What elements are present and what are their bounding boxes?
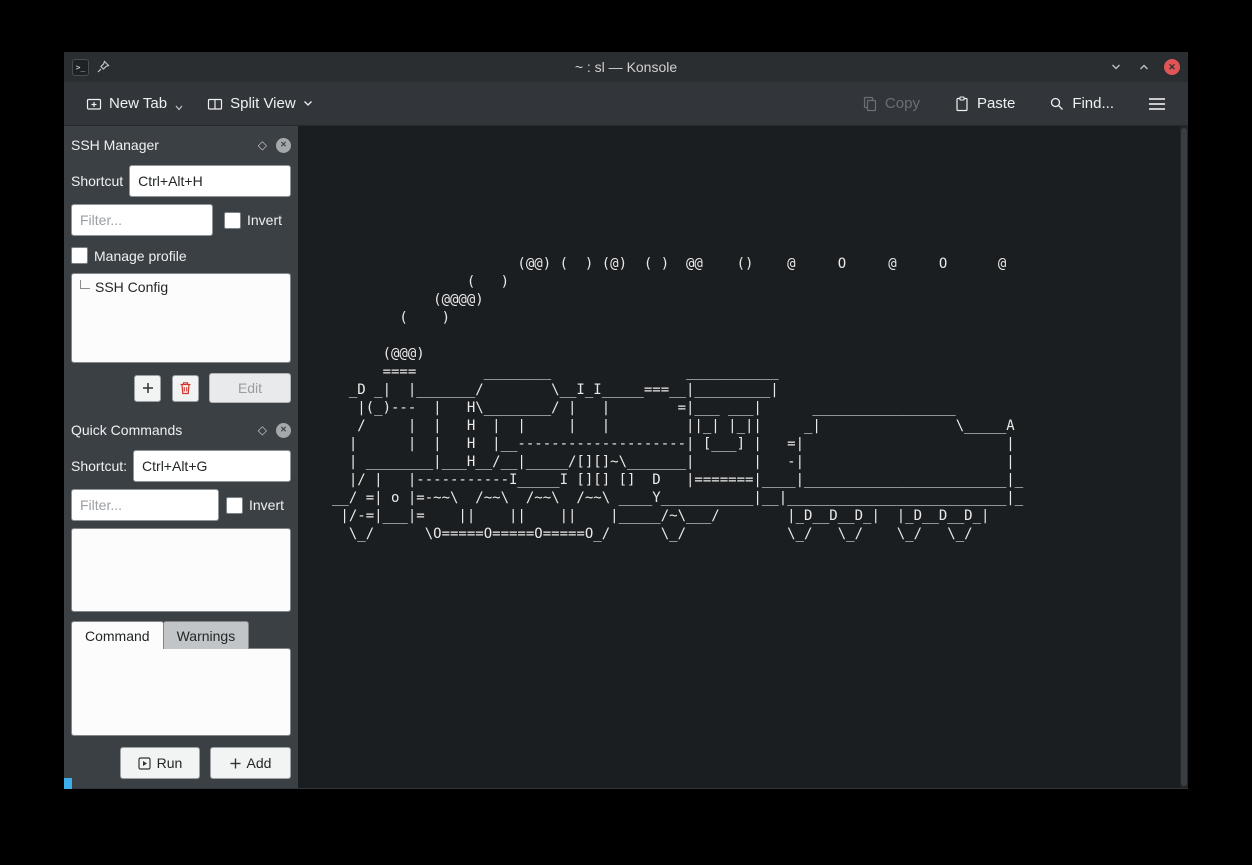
tab-command[interactable]: Command [71,621,164,649]
ssh-invert-label: Invert [247,212,282,228]
quick-commands-panel: Quick Commands ◇ ✕ Shortcut: Invert Comm… [71,417,291,779]
toolbar: New Tab Split View [64,82,1188,126]
ssh-invert-checkbox[interactable] [224,212,241,229]
titlebar[interactable]: >_ ~ : sl — Konsole ✕ [64,52,1188,82]
tab-warnings[interactable]: Warnings [163,621,250,649]
shortcut-label: Shortcut: [71,458,127,474]
quick-commands-list[interactable] [71,528,291,612]
paste-icon [954,96,970,112]
delete-profile-button[interactable] [172,375,199,402]
maximize-icon[interactable] [1136,59,1152,75]
trash-icon [179,381,192,395]
manage-profile-label: Manage profile [94,248,187,264]
new-tab-label: New Tab [109,95,167,112]
pin-icon[interactable] [96,60,110,74]
float-panel-icon[interactable]: ◇ [258,423,267,437]
add-command-button[interactable]: Add [210,747,291,779]
close-panel-icon[interactable]: ✕ [276,138,291,153]
new-tab-dropdown-caret-icon[interactable] [175,105,183,111]
float-panel-icon[interactable]: ◇ [258,138,267,152]
konsole-app-icon: >_ [72,59,89,76]
copy-button: Copy [854,89,928,118]
konsole-window: >_ ~ : sl — Konsole ✕ [64,52,1188,789]
ssh-profile-tree[interactable]: SSH Config [71,273,291,363]
window-resize-accent[interactable] [64,778,72,789]
quick-commands-title: Quick Commands [71,422,258,438]
terminal-view[interactable]: (@@) ( ) (@) ( ) @@ () @ O @ O @ ( ) (@@… [298,126,1188,788]
command-editor[interactable] [71,648,291,736]
minimize-icon[interactable] [1108,59,1124,75]
manage-profile-checkbox[interactable] [71,247,88,264]
run-icon [138,757,151,770]
copy-label: Copy [885,95,920,112]
edit-profile-button: Edit [209,373,291,403]
window-title: ~ : sl — Konsole [64,59,1188,75]
copy-icon [862,96,878,112]
ssh-shortcut-field[interactable] [129,165,291,197]
qc-tab-bar: Command Warnings [71,621,291,649]
tree-item-label: SSH Config [95,279,168,295]
run-label: Run [157,755,183,771]
sl-train-ascii-art: (@@) ( ) (@) ( ) @@ () @ O @ O @ ( ) (@@… [332,255,1023,543]
split-view-chevron-icon [303,100,313,107]
qc-invert-checkbox[interactable] [226,497,243,514]
ssh-manager-panel: SSH Manager ◇ ✕ Shortcut Invert Manage p… [71,132,291,403]
plus-icon [142,382,154,394]
terminal-scrollbar-thumb[interactable] [1181,128,1187,786]
find-label: Find... [1072,95,1114,112]
search-icon [1049,96,1065,112]
split-view-icon [207,96,223,112]
close-panel-icon[interactable]: ✕ [276,423,291,438]
paste-label: Paste [977,95,1015,112]
new-tab-icon [86,96,102,112]
new-tab-button[interactable]: New Tab [78,89,191,118]
hamburger-icon [1148,97,1166,111]
tree-item-ssh-config[interactable]: SSH Config [76,279,286,295]
qc-shortcut-field[interactable] [133,450,291,482]
find-button[interactable]: Find... [1041,89,1122,118]
paste-button[interactable]: Paste [946,89,1023,118]
split-view-button[interactable]: Split View [199,89,321,118]
split-view-label: Split View [230,95,296,112]
close-icon[interactable]: ✕ [1164,59,1180,75]
ssh-manager-title: SSH Manager [71,137,258,153]
hamburger-menu-button[interactable] [1140,91,1174,117]
run-command-button[interactable]: Run [120,747,200,779]
add-label: Add [247,755,272,771]
tree-branch-icon [80,280,90,289]
sidebar: SSH Manager ◇ ✕ Shortcut Invert Manage p… [64,126,298,788]
shortcut-label: Shortcut [71,173,123,189]
ssh-filter-input[interactable] [71,204,213,236]
qc-filter-input[interactable] [71,489,219,521]
plus-icon [230,758,241,769]
terminal-scrollbar[interactable] [1180,126,1188,788]
qc-invert-label: Invert [249,497,284,513]
add-profile-button[interactable] [134,375,161,402]
